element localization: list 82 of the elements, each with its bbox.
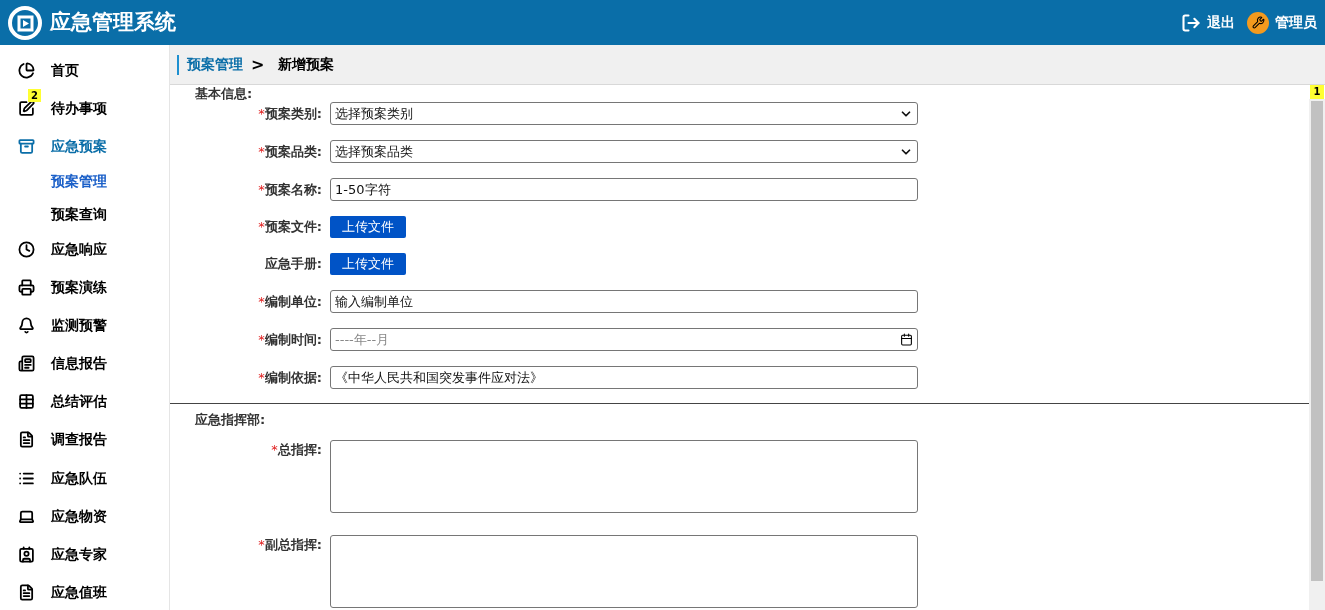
required-mark: *: [258, 218, 265, 237]
field-label: 预案品类:: [264, 142, 322, 161]
sidebar-item[interactable]: 应急响应: [18, 231, 169, 267]
sidebar-label: 监测预警: [51, 316, 107, 336]
upload-button[interactable]: 上传文件: [330, 216, 406, 238]
document-icon: [18, 431, 35, 449]
sidebar-item[interactable]: 信息报告: [18, 346, 169, 382]
sidebar-label: 调查报告: [51, 430, 107, 450]
sidebar-label: 应急响应: [51, 239, 107, 259]
sidebar-item[interactable]: 总结评估: [18, 384, 169, 420]
field-label: 预案类别:: [264, 104, 322, 123]
field-label: 编制依据:: [264, 368, 322, 387]
required-mark: *: [258, 368, 265, 387]
archive-box-icon: [18, 138, 35, 156]
field-label: 总指挥:: [277, 441, 322, 459]
bell-icon: [18, 317, 35, 335]
sidebar-label: 应急专家: [51, 544, 107, 564]
breadcrumb-link[interactable]: 预案管理: [187, 54, 243, 75]
page-badge: 1: [1309, 85, 1325, 99]
required-mark: *: [258, 142, 265, 161]
field-label: 副总指挥:: [264, 536, 322, 554]
contact-card-icon: [18, 545, 35, 563]
date-field[interactable]: ----年--月: [330, 328, 918, 351]
field-label: 应急手册:: [264, 255, 322, 274]
sidebar-item[interactable]: 应急物资: [18, 498, 169, 534]
field-label: 编制单位:: [264, 292, 322, 311]
required-mark: *: [258, 104, 265, 123]
required-mark: *: [258, 292, 265, 311]
newspaper-icon: [18, 355, 35, 373]
sidebar-item[interactable]: 应急专家: [18, 536, 169, 572]
logout-button[interactable]: 退出: [1181, 12, 1235, 33]
sidebar-item[interactable]: 监测预警: [18, 308, 169, 344]
sidebar-item[interactable]: 调查报告: [18, 422, 169, 458]
sidebar-subitem[interactable]: 预案查询: [18, 199, 169, 229]
sidebar-label: 首页: [51, 61, 79, 81]
sidebar-label: 应急物资: [51, 506, 107, 526]
required-mark: *: [258, 330, 265, 349]
required-mark: *: [258, 180, 265, 199]
logo-icon: [8, 5, 42, 40]
input-field[interactable]: 《中华人民共和国突发事件应对法》: [330, 366, 918, 389]
breadcrumb-separator: >: [251, 53, 265, 76]
breadcrumb-current: 新增预案: [278, 55, 335, 74]
text-area[interactable]: [330, 440, 918, 513]
input-field[interactable]: 输入编制单位: [330, 290, 918, 313]
section-title: 基本信息:: [194, 86, 254, 102]
section-title: 应急指挥部:: [194, 412, 267, 428]
table-grid-icon: [18, 393, 35, 411]
sidebar-label: 预案演练: [51, 278, 107, 297]
user-avatar-icon: [1247, 11, 1269, 34]
sidebar-label: 待办事项: [51, 99, 107, 119]
edit-icon: [18, 100, 35, 118]
sidebar-item[interactable]: 首页: [18, 53, 169, 89]
calendar-icon: [900, 333, 913, 346]
field-label: 预案文件:: [264, 218, 322, 237]
field-label: 预案名称:: [264, 180, 322, 199]
logout-icon: [1181, 12, 1201, 33]
pie-chart-icon: [18, 62, 35, 80]
select-field[interactable]: 选择预案品类: [330, 140, 918, 163]
sidebar-label: 总结评估: [51, 392, 107, 412]
sidebar-label: 信息报告: [51, 354, 107, 374]
sidebar-item[interactable]: 应急预案: [18, 129, 169, 165]
sidebar-label: 应急预案: [51, 137, 107, 157]
sidebar-label: 应急值班: [51, 582, 107, 602]
text-area[interactable]: [330, 535, 918, 608]
user-name[interactable]: 管理员: [1275, 12, 1317, 33]
field-label: 编制时间:: [264, 330, 322, 349]
count-badge: 2: [28, 89, 41, 103]
app-title: 应急管理系统: [50, 8, 176, 36]
document-icon: [18, 583, 35, 601]
sidebar-item[interactable]: 应急值班: [18, 574, 169, 610]
scrollbar[interactable]: [1309, 99, 1325, 610]
sidebar-item[interactable]: 待办事项 2: [18, 91, 169, 127]
select-field[interactable]: 选择预案类别: [330, 102, 918, 125]
sidebar-label: 应急队伍: [51, 468, 107, 488]
sidebar-subitem[interactable]: 预案管理: [18, 167, 169, 197]
input-field[interactable]: 1-50字符: [330, 178, 918, 201]
clock-icon: [18, 240, 35, 258]
sidebar-item[interactable]: 预案演练: [18, 269, 169, 306]
required-mark: *: [271, 441, 278, 459]
required-mark: *: [258, 536, 265, 554]
upload-button[interactable]: 上传文件: [330, 253, 406, 275]
sidebar-item[interactable]: 应急队伍: [18, 460, 169, 496]
